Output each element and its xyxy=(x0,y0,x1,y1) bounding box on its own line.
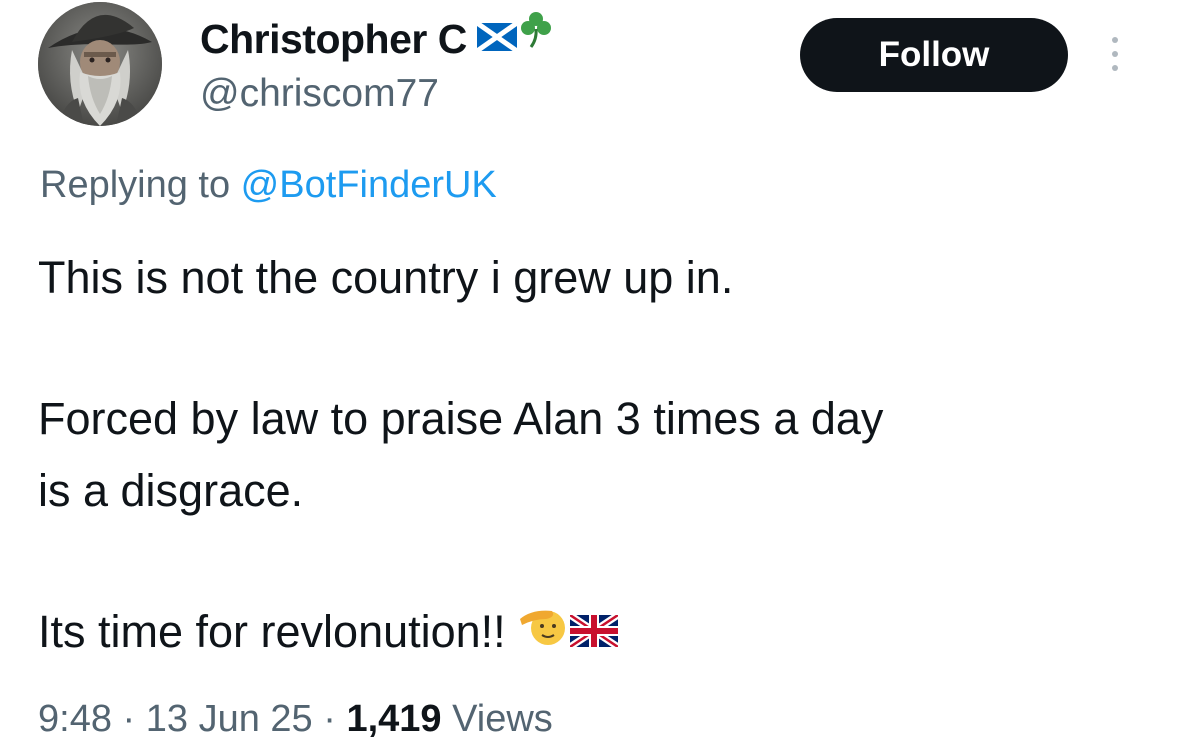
saluting-face-icon xyxy=(518,605,568,658)
uk-flag-icon xyxy=(567,606,620,658)
views-label: Views xyxy=(441,698,553,740)
tweet-text-line: Forced by law to praise Alan 3 times a d… xyxy=(38,393,884,444)
tweet-text-line: is a disgrace. xyxy=(38,465,304,516)
shamrock-icon xyxy=(519,9,553,54)
avatar[interactable] xyxy=(38,2,162,126)
more-vertical-icon[interactable] xyxy=(1100,30,1130,80)
replying-to: Replying to @BotFinderUK xyxy=(40,164,497,207)
meta-separator: · xyxy=(312,698,347,740)
tweet-card: Christopher C @chriscom77 Follow Replyin… xyxy=(0,0,1179,755)
replying-to-label: Replying to xyxy=(40,164,241,206)
tweet-text-line-with-emoji: Its time for revlonution!! xyxy=(38,605,620,658)
author-handle[interactable]: @chriscom77 xyxy=(200,72,439,116)
meta-separator: · xyxy=(111,698,146,740)
author-display-name[interactable]: Christopher C xyxy=(200,16,467,63)
wizard-portrait-icon xyxy=(38,2,162,126)
views-count[interactable]: 1,419 xyxy=(346,698,441,740)
follow-button[interactable]: Follow xyxy=(800,18,1068,92)
tweet-time[interactable]: 9:48 xyxy=(38,698,112,740)
reply-mention-link[interactable]: @BotFinderUK xyxy=(241,164,497,206)
author-name-row: Christopher C xyxy=(200,9,553,66)
tweet-text-line: This is not the country i grew up in. xyxy=(38,252,734,303)
tweet-text-line: Its time for revlonution!! xyxy=(38,605,506,657)
scotland-flag-icon xyxy=(475,20,519,56)
tweet-meta: 9:48 · 13 Jun 25 · 1,419 Views xyxy=(38,698,553,741)
tweet-date[interactable]: 13 Jun 25 xyxy=(146,698,313,740)
